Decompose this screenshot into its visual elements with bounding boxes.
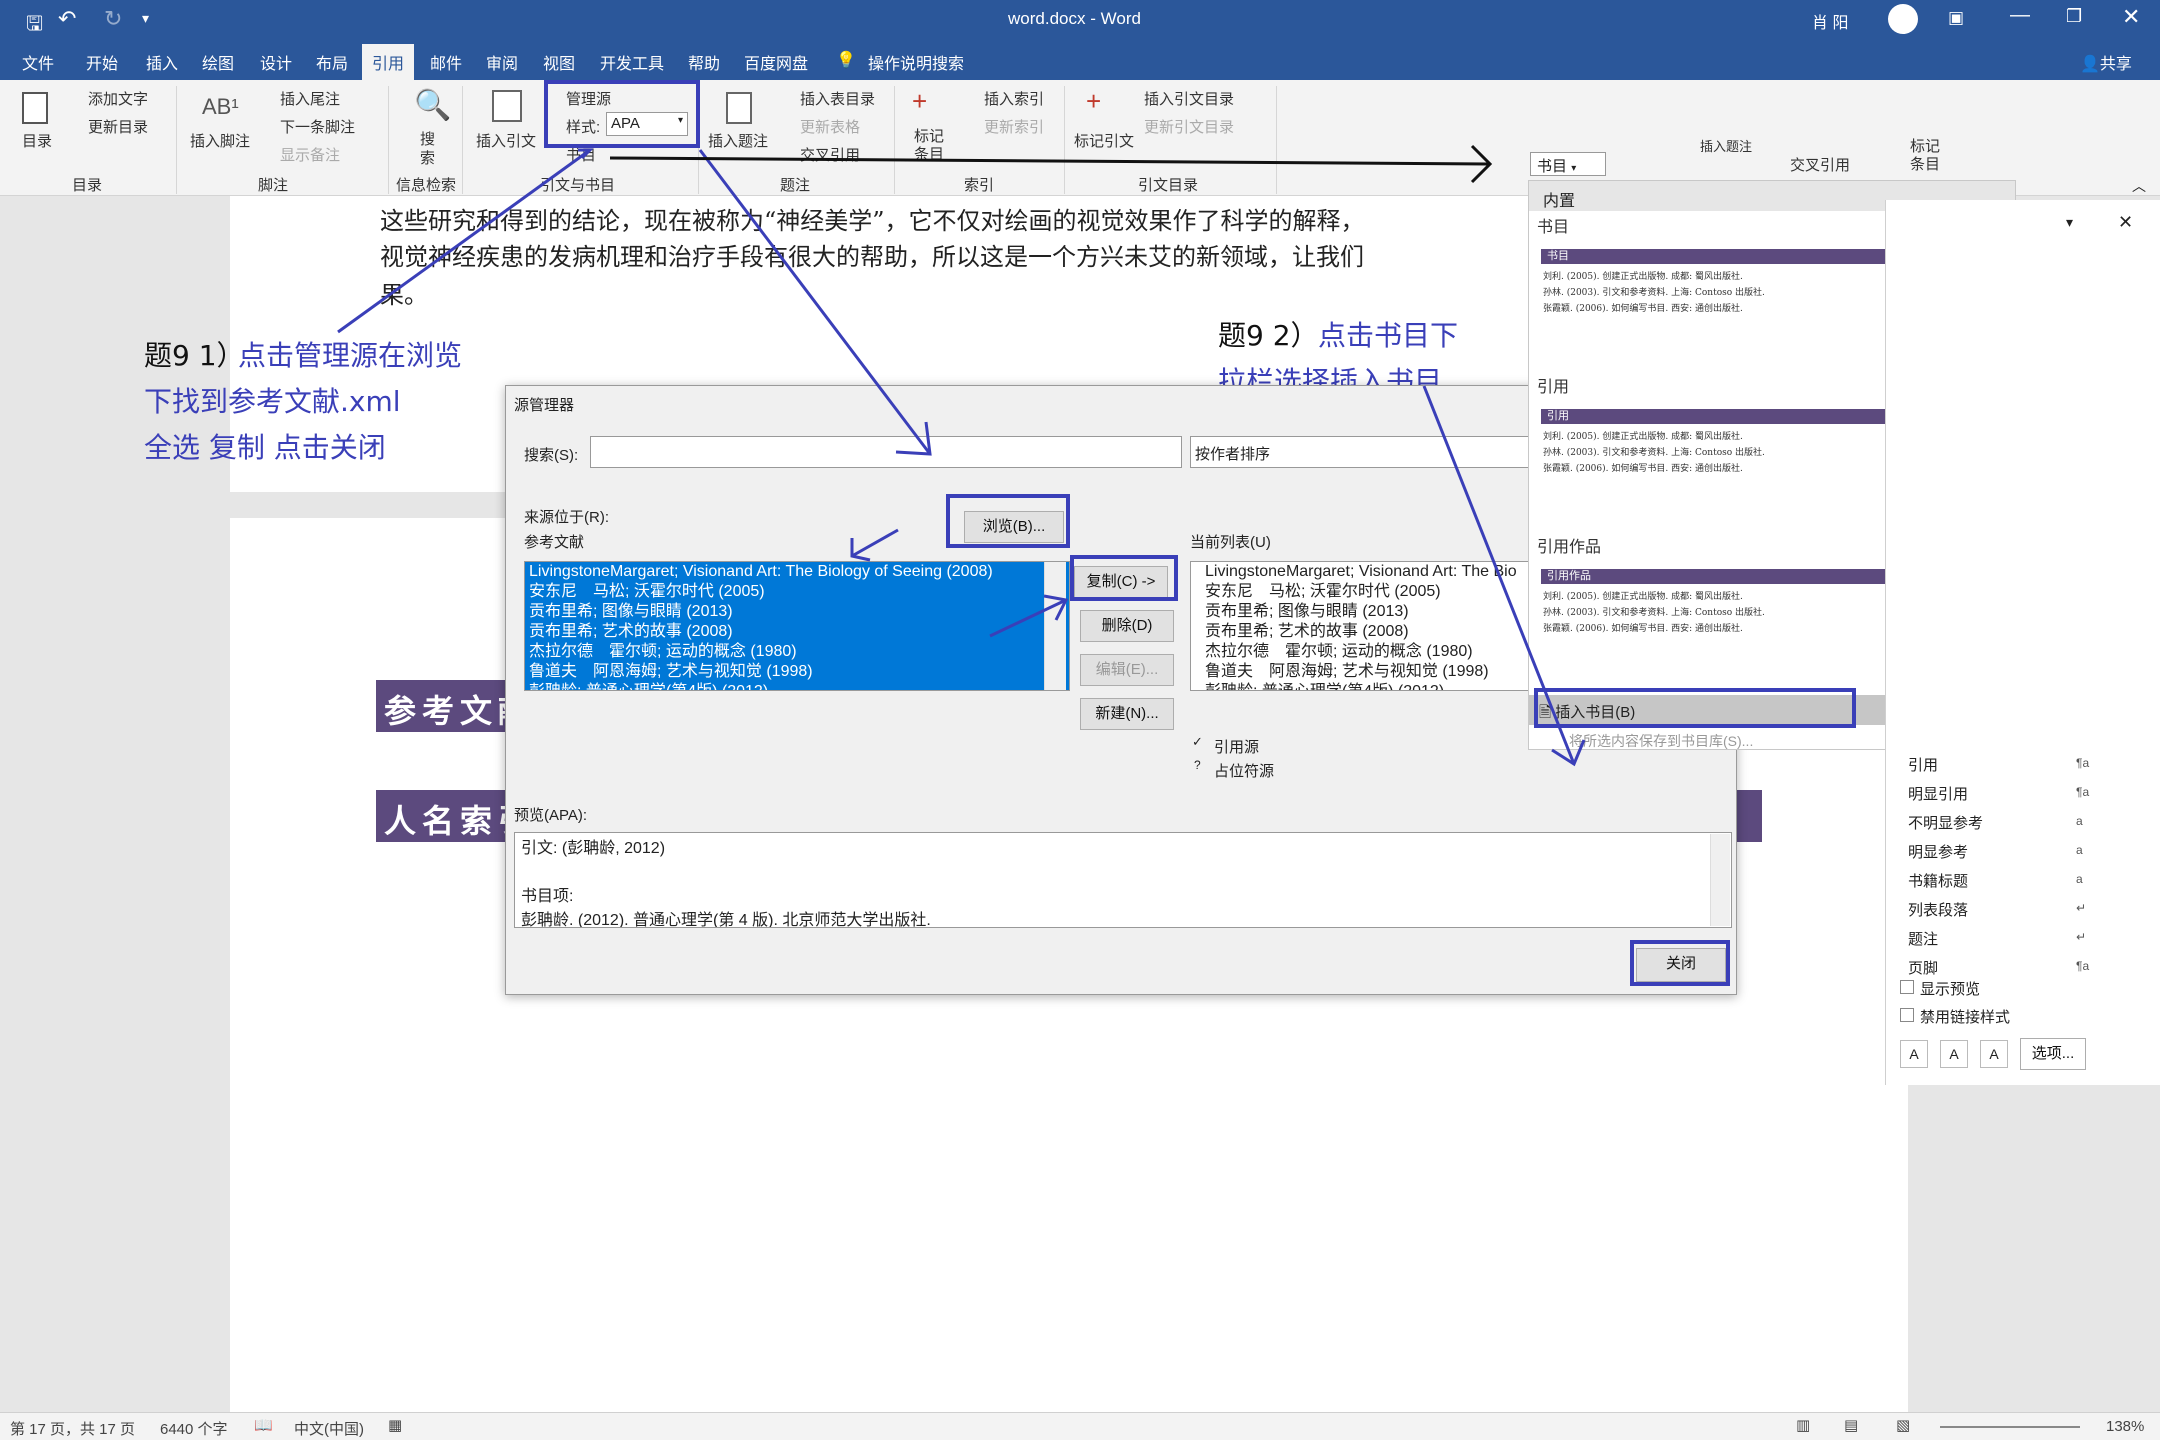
- annotation-arrows: [337, 144, 1586, 767]
